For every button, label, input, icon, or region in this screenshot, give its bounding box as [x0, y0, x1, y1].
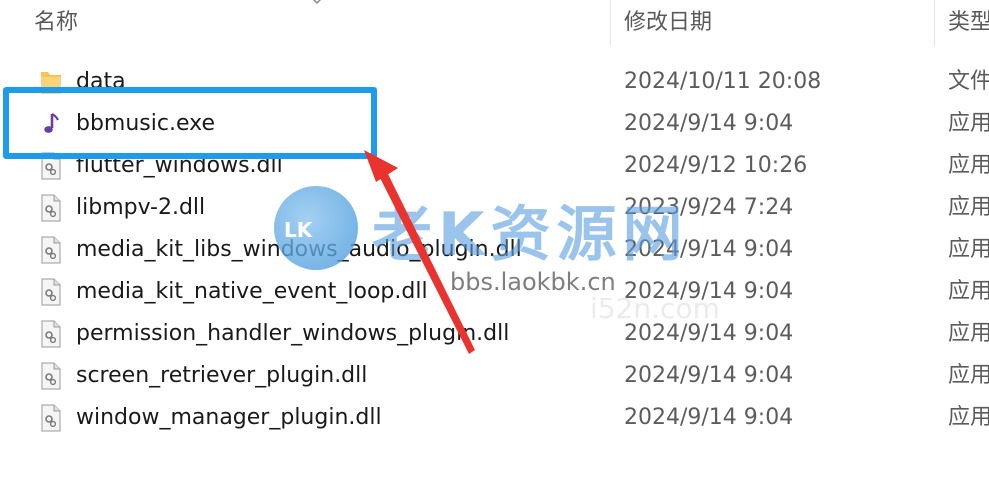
file-type: 应用 [948, 111, 989, 136]
file-type: 应用 [948, 237, 989, 262]
file-name: media_kit_native_event_loop.dll [76, 279, 428, 304]
file-date: 2024/10/11 20:08 [624, 69, 822, 94]
file-name: permission_handler_windows_plugin.dll [76, 321, 510, 346]
column-divider[interactable] [934, 0, 935, 46]
file-date: 2024/9/14 9:04 [624, 237, 794, 262]
dll-file-icon [41, 362, 61, 390]
file-row-media-kit-libs-dll[interactable]: media_kit_libs_windows_audio_plugin.dll … [0, 229, 989, 271]
file-date: 2024/9/14 9:04 [624, 363, 794, 388]
file-type: 应用 [948, 195, 989, 220]
file-row-media-kit-native-dll[interactable]: media_kit_native_event_loop.dll 2024/9/1… [0, 271, 989, 313]
column-header-date[interactable]: 修改日期 [624, 0, 934, 46]
dll-file-icon [41, 194, 61, 222]
file-date: 2024/9/14 9:04 [624, 279, 794, 304]
dll-file-icon [41, 320, 61, 348]
file-row-screen-retriever-dll[interactable]: screen_retriever_plugin.dll 2024/9/14 9:… [0, 355, 989, 397]
file-type: 应用 [948, 279, 989, 304]
file-type: 应用 [948, 363, 989, 388]
highlight-box [3, 87, 377, 159]
file-date: 2024/9/14 9:04 [624, 405, 794, 430]
file-date: 2024/9/14 9:04 [624, 321, 794, 346]
sort-chevron-icon [312, 0, 322, 5]
file-type: 应用 [948, 153, 989, 178]
dll-file-icon [41, 236, 61, 264]
dll-file-icon [41, 404, 61, 432]
file-row-window-manager-dll[interactable]: window_manager_plugin.dll 2024/9/14 9:04… [0, 397, 989, 439]
file-name: screen_retriever_plugin.dll [76, 363, 368, 388]
file-date: 2024/9/14 9:04 [624, 111, 794, 136]
file-row-permission-handler-dll[interactable]: permission_handler_windows_plugin.dll 20… [0, 313, 989, 355]
file-date: 2023/9/24 7:24 [624, 195, 794, 220]
column-divider[interactable] [610, 0, 611, 46]
file-name: libmpv-2.dll [76, 195, 206, 220]
file-type: 应用 [948, 405, 989, 430]
file-explorer: 名称 修改日期 类型 data 2024/10/11 20:08 文件 bbmu… [0, 0, 989, 495]
file-date: 2024/9/12 10:26 [624, 153, 808, 178]
dll-file-icon [41, 278, 61, 306]
file-name: window_manager_plugin.dll [76, 405, 382, 430]
file-type: 应用 [948, 321, 989, 346]
file-type: 文件 [948, 69, 989, 94]
column-header-name[interactable]: 名称 [34, 0, 608, 46]
file-name: media_kit_libs_windows_audio_plugin.dll [76, 237, 522, 262]
file-row-libmpv-dll[interactable]: libmpv-2.dll 2023/9/24 7:24 应用 [0, 187, 989, 229]
column-header: 名称 修改日期 类型 [0, 0, 989, 46]
column-header-type[interactable]: 类型 [948, 0, 989, 46]
